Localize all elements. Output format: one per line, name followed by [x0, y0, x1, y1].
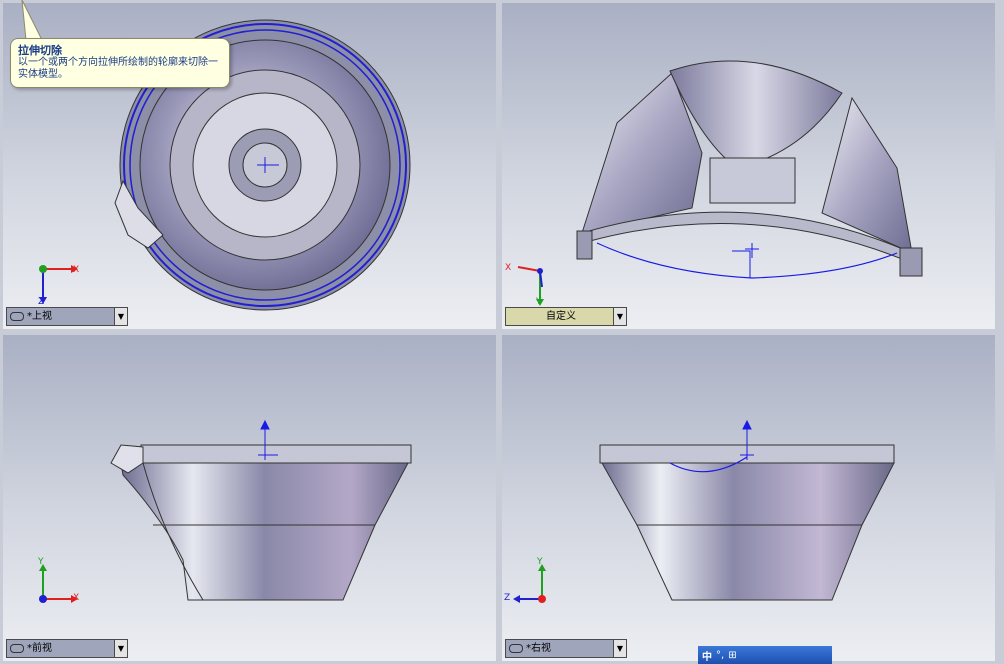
viewport-label-text: *上视	[27, 311, 52, 322]
chevron-down-icon[interactable]: ▼	[613, 640, 626, 657]
link-icon	[509, 644, 523, 653]
ime-punctuation-icon[interactable]: °,	[716, 650, 724, 661]
viewport-front[interactable]: Y X *前视 ▼	[3, 335, 496, 661]
triad-right	[513, 564, 546, 603]
ime-toolbar[interactable]: 中 °, ⊞	[698, 646, 832, 664]
axis-x-label: X	[505, 263, 512, 273]
scrollbar-top-right[interactable]	[995, 3, 1004, 329]
axis-y-label: Y	[537, 557, 543, 567]
viewport-label-top[interactable]: *上视 ▼	[6, 307, 128, 326]
viewport-right[interactable]: Y Z *右视 ▼	[502, 335, 995, 661]
axis-z-label: Z	[504, 593, 511, 603]
right-view-model	[599, 419, 895, 601]
front-view-model	[110, 419, 412, 601]
link-icon	[10, 312, 24, 321]
axis-z-label: Z	[38, 297, 45, 307]
chevron-down-icon[interactable]: ▼	[613, 308, 626, 325]
viewport-label-front[interactable]: *前视 ▼	[6, 639, 128, 658]
tooltip-body: 以一个或两个方向拉伸所绘制的轮廓来切除一实体模型。	[18, 57, 218, 80]
scrollbar-bottom-right[interactable]	[995, 335, 1004, 661]
axis-y-label: Y	[38, 557, 44, 567]
viewport-label-text: *前视	[27, 643, 52, 654]
viewport-label-right[interactable]: *右视 ▼	[505, 639, 627, 658]
viewport-label-text: 自定义	[546, 311, 576, 322]
viewport-label-custom[interactable]: 自定义 ▼	[505, 307, 627, 326]
link-icon	[10, 644, 24, 653]
chevron-down-icon[interactable]: ▼	[114, 308, 127, 325]
isometric-model	[576, 60, 923, 279]
axis-x-label: X	[73, 593, 80, 603]
tooltip-title: 拉伸切除	[18, 44, 62, 57]
tooltip: 拉伸切除 以一个或两个方向拉伸所绘制的轮廓来切除一实体模型。	[10, 38, 230, 88]
ime-keyboard-icon[interactable]: ⊞	[728, 650, 736, 661]
axis-x-label: X	[73, 265, 80, 275]
viewport-label-text: *右视	[526, 643, 551, 654]
axis-y-label: Y	[536, 297, 542, 307]
ime-language-indicator[interactable]: 中	[702, 648, 712, 663]
viewport-custom[interactable]: X Y 自定义 ▼	[502, 3, 995, 329]
chevron-down-icon[interactable]: ▼	[114, 640, 127, 657]
triad-custom	[517, 266, 544, 306]
